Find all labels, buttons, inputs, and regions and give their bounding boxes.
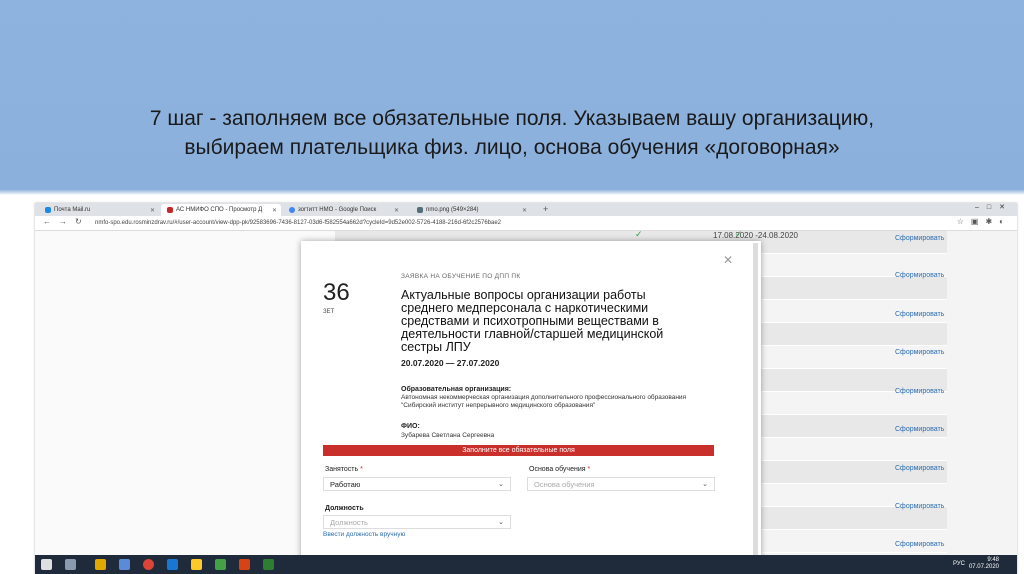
mail-icon [45, 207, 51, 213]
clock[interactable]: 9:48 07.07.2020 [969, 557, 999, 571]
slide-title: 7 шаг - заполняем все обязательные поля.… [80, 104, 944, 162]
tab-nmifo[interactable]: АС НМИФО СПО - Просмотр Д ✕ [161, 204, 281, 216]
fio-label: ФИО: [401, 423, 420, 430]
generate-link[interactable]: Сформировать [895, 541, 944, 548]
excel-icon[interactable] [263, 559, 274, 570]
app-icon[interactable] [191, 559, 202, 570]
left-column [35, 231, 335, 555]
course-title: Актуальные вопросы организации работы ср… [401, 288, 664, 354]
employment-label: Занятость * [325, 466, 363, 473]
tab-mail[interactable]: Почта Mail.ru ✕ [39, 204, 159, 216]
application-modal: ✕ ЗАЯВКА НА ОБУЧЕНИЕ ПО ДПП ПК 36 ЗЕТ Ак… [301, 241, 761, 574]
hours-unit: ЗЕТ [323, 309, 335, 315]
position-placeholder: Должность [330, 518, 368, 527]
back-icon[interactable]: ← [43, 217, 51, 226]
image-icon [417, 207, 423, 213]
generate-link[interactable]: Сформировать [895, 272, 944, 279]
tab-google[interactable]: зоrтитт НМО - Google Поиск ✕ [283, 204, 403, 216]
org-label: Образовательная организация: [401, 386, 512, 393]
generate-link[interactable]: Сформировать [895, 235, 944, 242]
org-value: Автономная некоммерческая организация до… [401, 394, 687, 409]
generate-link[interactable]: Сформировать [895, 426, 944, 433]
basis-placeholder: Основа обучения [534, 480, 595, 489]
course-dates: 20.07.2020 — 27.07.2020 [401, 358, 500, 368]
generate-link[interactable]: Сформировать [895, 349, 944, 356]
slide-title-line-1: 7 шаг - заполняем все обязательные поля.… [149, 107, 875, 130]
window-controls[interactable]: –□✕ [975, 203, 1013, 211]
modal-scrollbar[interactable] [753, 243, 758, 573]
tab-image[interactable]: nmo.png (549×284) ✕ [411, 204, 531, 216]
search-icon[interactable] [65, 559, 76, 570]
powerpoint-icon[interactable] [239, 559, 250, 570]
tab-label: nmo.png (549×284) [426, 207, 479, 213]
new-tab-button[interactable]: + [543, 204, 548, 214]
generate-link[interactable]: Сформировать [895, 388, 944, 395]
slide-background: 7 шаг - заполняем все обязательные поля.… [0, 0, 1024, 574]
forward-icon[interactable]: → [59, 217, 67, 226]
employment-value: Работаю [330, 480, 361, 489]
tab-label: Почта Mail.ru [54, 207, 91, 213]
tab-label: зоrтитт НМО - Google Поиск [298, 207, 377, 213]
required-mark: * [587, 466, 591, 473]
fio-value: Зубарева Светлана Сергеевна [401, 432, 495, 439]
close-tab-icon[interactable]: ✕ [394, 207, 399, 214]
generate-link[interactable]: Сформировать [895, 311, 944, 318]
google-icon [289, 207, 295, 213]
address-bar: ← → ↻ nmfo-spo.edu.rosminzdrav.ru/#/user… [35, 216, 1017, 231]
chevron-down-icon: ⌄ [498, 519, 504, 526]
site-icon [167, 207, 173, 213]
error-banner: Заполните все обязательные поля [323, 445, 714, 456]
file-explorer-icon[interactable] [95, 559, 106, 570]
windows-taskbar: РУС 9:48 07.07.2020 [35, 555, 1017, 574]
basis-label: Основа обучения * [529, 466, 590, 473]
check-icon: ✓ [735, 229, 743, 239]
position-label: Должность [325, 505, 364, 512]
language-indicator[interactable]: РУС [953, 561, 965, 567]
clock-date: 07.07.2020 [968, 564, 999, 570]
clock-time: 9:48 [987, 557, 999, 563]
hours-value: 36 [323, 279, 350, 306]
url-field[interactable]: nmfo-spo.edu.rosminzdrav.ru/#/user-accou… [95, 218, 875, 228]
basis-label-text: Основа обучения [529, 466, 586, 473]
generate-link[interactable]: Сформировать [895, 465, 944, 472]
employment-select[interactable]: Работаю ⌄ [323, 477, 511, 491]
application-kind: ЗАЯВКА НА ОБУЧЕНИЕ ПО ДПП ПК [401, 273, 521, 280]
chevron-down-icon: ⌄ [498, 481, 504, 488]
tab-strip: Почта Mail.ru ✕ АС НМИФО СПО - Просмотр … [35, 203, 1017, 216]
reload-icon[interactable]: ↻ [75, 217, 82, 226]
app-icon[interactable] [215, 559, 226, 570]
slide-title-line-2: выбираем плательщика физ. лицо, основа о… [184, 136, 840, 159]
page-content: 17.08.2020 -24.08.2020 ✓ ✓ Сформировать … [35, 229, 1017, 574]
manual-position-link[interactable]: Ввести должность вручную [323, 531, 405, 538]
generate-link[interactable]: Сформировать [895, 503, 944, 510]
basis-select[interactable]: Основа обучения ⌄ [527, 477, 715, 491]
close-tab-icon[interactable]: ✕ [150, 207, 155, 214]
word-icon[interactable] [167, 559, 178, 570]
row-dates: 17.08.2020 -24.08.2020 [713, 231, 798, 240]
check-icon: ✓ [635, 229, 643, 239]
required-mark: * [360, 466, 363, 473]
close-icon[interactable]: ✕ [723, 253, 733, 267]
calculator-icon[interactable] [119, 559, 130, 570]
browser-toolbar-icons[interactable]: ☆▣✱◐ [957, 217, 1011, 226]
chrome-icon[interactable] [143, 559, 154, 570]
close-tab-icon[interactable]: ✕ [522, 207, 527, 214]
tab-label: АС НМИФО СПО - Просмотр Д [176, 207, 263, 213]
close-tab-icon[interactable]: ✕ [272, 207, 277, 214]
position-select[interactable]: Должность ⌄ [323, 515, 511, 529]
start-icon[interactable] [41, 559, 52, 570]
chevron-down-icon: ⌄ [702, 481, 708, 488]
employment-label-text: Занятость [325, 466, 359, 473]
browser-screenshot: Почта Mail.ru ✕ АС НМИФО СПО - Просмотр … [35, 203, 1017, 574]
